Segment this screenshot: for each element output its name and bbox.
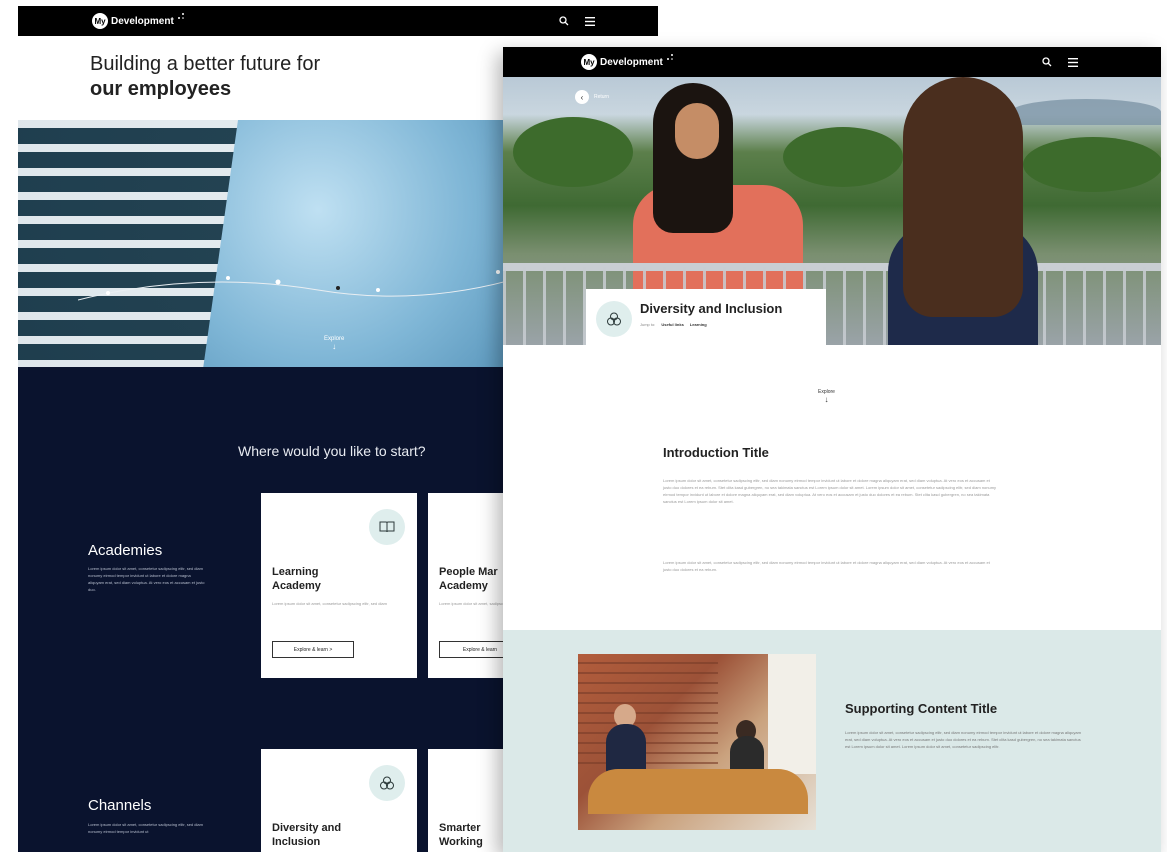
- jump-link-useful-links[interactable]: Useful links: [661, 322, 683, 327]
- arrow-down-icon: ↓: [332, 342, 337, 351]
- explore-link[interactable]: Explore ↓: [818, 389, 835, 404]
- search-icon[interactable]: [1041, 56, 1053, 68]
- page-title-card: Diversity and Inclusion Jump to: Useful …: [586, 289, 826, 347]
- intro-paragraph: Lorem ipsum dolor sit amet, consetetur s…: [663, 478, 997, 504]
- inclusion-icon: [596, 301, 632, 337]
- logo[interactable]: My Development: [92, 13, 185, 29]
- logo-badge: My: [581, 54, 597, 70]
- supporting-title: Supporting Content Title: [845, 701, 998, 716]
- card-title-line1: Smarter: [439, 822, 481, 834]
- window: [768, 654, 816, 774]
- hill: [1011, 99, 1161, 125]
- brick-wall: [578, 654, 718, 764]
- card-title-line1: People Mar: [439, 566, 498, 578]
- card-title: People Mar Academy: [439, 565, 498, 593]
- spark-icon: [177, 13, 184, 19]
- search-icon[interactable]: [558, 15, 570, 27]
- top-nav: My Development: [503, 47, 1161, 77]
- arrow-down-icon: ↓: [824, 395, 829, 404]
- jump-link-learning[interactable]: Learning: [690, 322, 707, 327]
- return-button[interactable]: ‹ Return: [575, 90, 609, 104]
- intro-paragraph: Lorem ipsum dolor sit amet, consetetur s…: [663, 560, 990, 572]
- tree: [513, 117, 633, 187]
- top-nav: My Development: [18, 6, 658, 36]
- diversity-inclusion-page: My Development ‹ Return Diversity and In…: [503, 47, 1161, 852]
- channels-title: Channels: [88, 797, 152, 814]
- inclusion-icon: [369, 765, 405, 801]
- string-lights: [78, 264, 558, 301]
- card-title-line1: Diversity and: [272, 822, 342, 834]
- tree: [783, 127, 903, 187]
- building-facade-left: [18, 120, 239, 367]
- book-icon: [369, 509, 405, 545]
- chevron-left-icon: ‹: [575, 90, 589, 104]
- meeting-photo: [578, 654, 816, 830]
- jump-label: Jump to:: [640, 322, 656, 327]
- woman-right-hair: [903, 77, 1023, 317]
- card-diversity-inclusion[interactable]: Diversity and Inclusion: [261, 749, 417, 852]
- person: [606, 724, 646, 774]
- supporting-text: Lorem ipsum dolor sit amet, consetetur s…: [845, 730, 1081, 749]
- logo-text: Development: [600, 56, 663, 68]
- start-heading: Where would you like to start?: [238, 443, 426, 459]
- card-learning-academy[interactable]: Learning Academy Lorem ipsum dolor sit a…: [261, 493, 417, 678]
- channels-text: Lorem ipsum dolor sit amet, consetetur s…: [88, 822, 203, 834]
- academies-title: Academies: [88, 542, 163, 559]
- hero-title-line1: Building a better future for: [90, 53, 321, 75]
- tree: [1023, 137, 1161, 192]
- logo-badge: My: [92, 13, 108, 29]
- card-title-line2: Inclusion: [272, 836, 321, 848]
- card-title: Diversity and Inclusion: [272, 821, 341, 849]
- jump-links: Jump to: Useful links Learning: [640, 322, 707, 327]
- meeting-table: [588, 769, 808, 814]
- logo-text: Development: [111, 15, 174, 27]
- card-title: Smarter Working: [439, 821, 483, 849]
- card-title-line2: Academy: [439, 580, 488, 592]
- hero-title: Building a better future for our employe…: [90, 52, 320, 102]
- logo[interactable]: My Development: [581, 54, 674, 70]
- return-label: Return: [594, 94, 610, 100]
- hero-title-line2: our employees: [90, 78, 232, 100]
- spark-icon: [666, 54, 673, 60]
- menu-icon[interactable]: [584, 15, 596, 27]
- card-title: Learning Academy: [272, 565, 321, 593]
- card-title-line2: Working: [439, 836, 483, 848]
- explore-learn-button[interactable]: Explore & learn >: [272, 641, 354, 658]
- card-text: Lorem ipsum dolor sit amet, consetetur s…: [272, 601, 387, 606]
- academies-text: Lorem ipsum dolor sit amet, consetetur s…: [88, 566, 205, 592]
- woman-left-face: [675, 103, 719, 159]
- intro-title: Introduction Title: [663, 445, 769, 460]
- menu-icon[interactable]: [1067, 56, 1079, 68]
- explore-link[interactable]: Explore ↓: [324, 336, 344, 351]
- card-title-line1: Learning: [272, 566, 319, 578]
- page-title: Diversity and Inclusion: [640, 301, 783, 316]
- card-title-line2: Academy: [272, 580, 321, 592]
